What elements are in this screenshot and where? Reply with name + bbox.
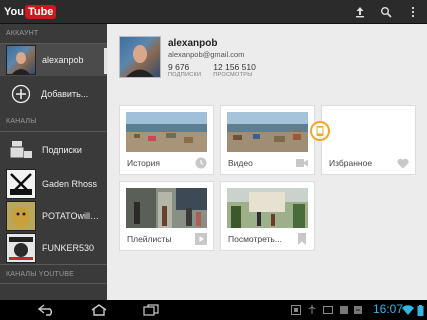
tile-video[interactable]: Видео	[220, 105, 315, 175]
views-caption: ПРОСМОТРЫ	[213, 72, 253, 78]
sidebar-item-subscriptions[interactable]: Подписки	[0, 132, 107, 168]
tile-watch-later[interactable]: Посмотреть...	[220, 181, 315, 251]
sidebar-item-add[interactable]: Добавить...	[0, 76, 107, 112]
profile-name: alexanpob	[168, 38, 218, 49]
account-section-header: АККАУНТ	[0, 24, 107, 44]
channel-label: Gaden Rhoss	[42, 179, 98, 189]
download-notification-icon	[322, 304, 334, 316]
tile-playlists[interactable]: Плейлисты	[119, 181, 214, 251]
youtube-channels-section-header: КАНАЛЫ YOUTUBE	[0, 264, 107, 284]
channels-section-header: КАНАЛЫ	[0, 112, 107, 132]
sidebar-item-channel[interactable]: Gaden Rhoss	[0, 168, 107, 200]
subscribers-count: 9 676	[168, 62, 190, 72]
clock-icon	[195, 157, 207, 169]
system-nav-bar: 16:07	[0, 300, 427, 320]
back-icon[interactable]	[38, 303, 56, 317]
tile-favorites[interactable]: Избранное	[321, 105, 416, 175]
subscribers-stat: 9 676 ПОДПИСКИ	[168, 62, 201, 78]
screen: You Tube АККАУНТ alexanpob Добавить... К…	[0, 0, 427, 320]
update-notification-icon	[352, 304, 364, 316]
battery-icon	[414, 304, 426, 316]
profile-info: alexanpob alexanpob@gmail.com 9 676 ПОДП…	[168, 36, 268, 80]
logo-you-text: You	[4, 6, 24, 18]
sidebar-account-label: alexanpob	[42, 55, 84, 65]
profile-avatar	[119, 36, 161, 78]
watch-later-thumbnail	[227, 188, 308, 228]
overflow-menu-icon[interactable]	[405, 4, 421, 20]
subscribers-caption: ПОДПИСКИ	[168, 72, 202, 78]
add-circle-icon	[11, 84, 31, 104]
wifi-icon	[402, 304, 414, 316]
youtube-logo[interactable]: You Tube	[4, 4, 57, 20]
recent-apps-icon[interactable]	[142, 303, 160, 317]
main-content: alexanpob alexanpob@gmail.com 9 676 ПОДП…	[107, 24, 427, 300]
tile-history-label: История	[127, 158, 160, 168]
sidebar-item-channel[interactable]: POTATOwillEA...	[0, 200, 107, 232]
notification-badge-icon[interactable]	[310, 121, 330, 141]
usb-notification-icon	[306, 304, 318, 316]
channel-label: FUNKER530	[42, 243, 95, 253]
search-icon[interactable]	[378, 4, 394, 20]
tile-favorites-label: Избранное	[329, 158, 373, 168]
subscriptions-icon	[9, 138, 33, 162]
views-stat: 12 156 510 ПРОСМОТРЫ	[213, 62, 256, 78]
action-bar: You Tube	[0, 0, 427, 24]
sd-card-icon	[338, 304, 350, 316]
sidebar-subscriptions-label: Подписки	[42, 145, 82, 155]
channel-thumbnail	[6, 233, 36, 263]
video-thumbnail	[227, 112, 308, 152]
sidebar-add-label: Добавить...	[41, 89, 89, 99]
channel-label: POTATOwillEA...	[42, 211, 104, 221]
profile-stats: 9 676 ПОДПИСКИ 12 156 510 ПРОСМОТРЫ	[168, 62, 268, 78]
status-clock: 16:07	[372, 302, 403, 316]
sidebar-item-account[interactable]: alexanpob	[0, 44, 107, 76]
tile-watch-later-label: Посмотреть...	[228, 234, 282, 244]
profile-email: alexanpob@gmail.com	[168, 50, 245, 59]
tile-playlists-label: Плейлисты	[127, 234, 172, 244]
logo-tube-text: Tube	[24, 5, 57, 19]
playlist-play-icon	[195, 233, 207, 245]
upload-icon[interactable]	[352, 4, 368, 20]
playlists-thumbnail	[126, 188, 207, 228]
video-camera-icon	[296, 157, 308, 169]
screenshot-notification-icon	[290, 304, 302, 316]
channel-thumbnail	[6, 169, 36, 199]
home-icon[interactable]	[90, 303, 108, 317]
bookmark-icon	[296, 233, 308, 245]
tile-video-label: Видео	[228, 158, 253, 168]
sidebar: АККАУНТ alexanpob Добавить... КАНАЛЫ Под…	[0, 24, 107, 300]
profile-header: alexanpob alexanpob@gmail.com 9 676 ПОДП…	[119, 36, 268, 80]
account-avatar	[6, 45, 36, 75]
heart-icon	[397, 157, 409, 169]
history-thumbnail	[126, 112, 207, 152]
views-count: 12 156 510	[213, 62, 256, 72]
channel-thumbnail	[6, 201, 36, 231]
tile-history[interactable]: История	[119, 105, 214, 175]
sidebar-item-channel[interactable]: FUNKER530	[0, 232, 107, 264]
